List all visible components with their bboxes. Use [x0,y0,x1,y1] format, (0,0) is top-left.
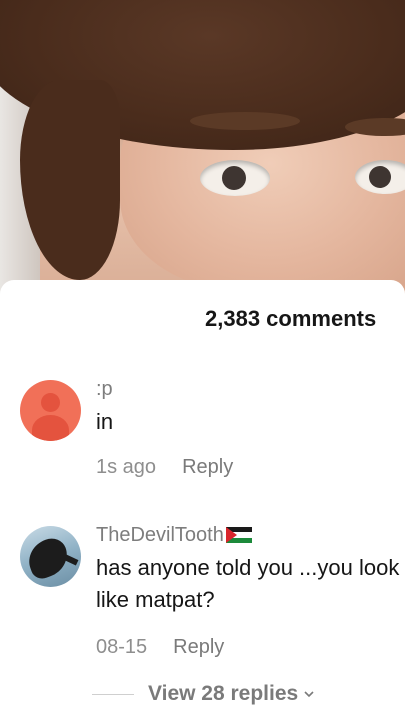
view-replies-label[interactable]: View 28 replies [148,682,298,706]
chevron-down-icon[interactable] [304,689,314,699]
comment-text: has anyone told you ...you look like mat… [96,555,400,612]
comment-meta: 1s ago Reply [96,456,233,479]
default-avatar-icon[interactable] [20,380,81,441]
comments-sheet: 2,383 comments :p in 1s ago Reply TheDevi… [0,280,405,720]
bird-avatar-icon[interactable] [20,526,81,587]
comment-username[interactable]: TheDevilTooth [96,524,252,547]
comment-count: 2,383 comments [205,306,377,331]
video-eye-left [200,160,270,196]
reply-button[interactable]: Reply [182,456,233,478]
video-eyebrow-left [190,112,300,130]
comment-username-text[interactable]: TheDevilTooth [96,524,224,546]
palestine-flag-icon [225,527,252,543]
view-replies-button[interactable]: View 28 replies [92,682,314,706]
comment-timestamp: 08-15 [96,636,148,658]
comment-meta: 08-15 Reply [96,636,224,659]
comment-username[interactable]: :p [96,378,113,401]
video-background[interactable] [0,0,405,300]
comment-text: in [96,409,114,434]
replies-divider [92,693,134,695]
comment-timestamp: 1s ago [96,456,157,478]
reply-button[interactable]: Reply [173,636,224,658]
